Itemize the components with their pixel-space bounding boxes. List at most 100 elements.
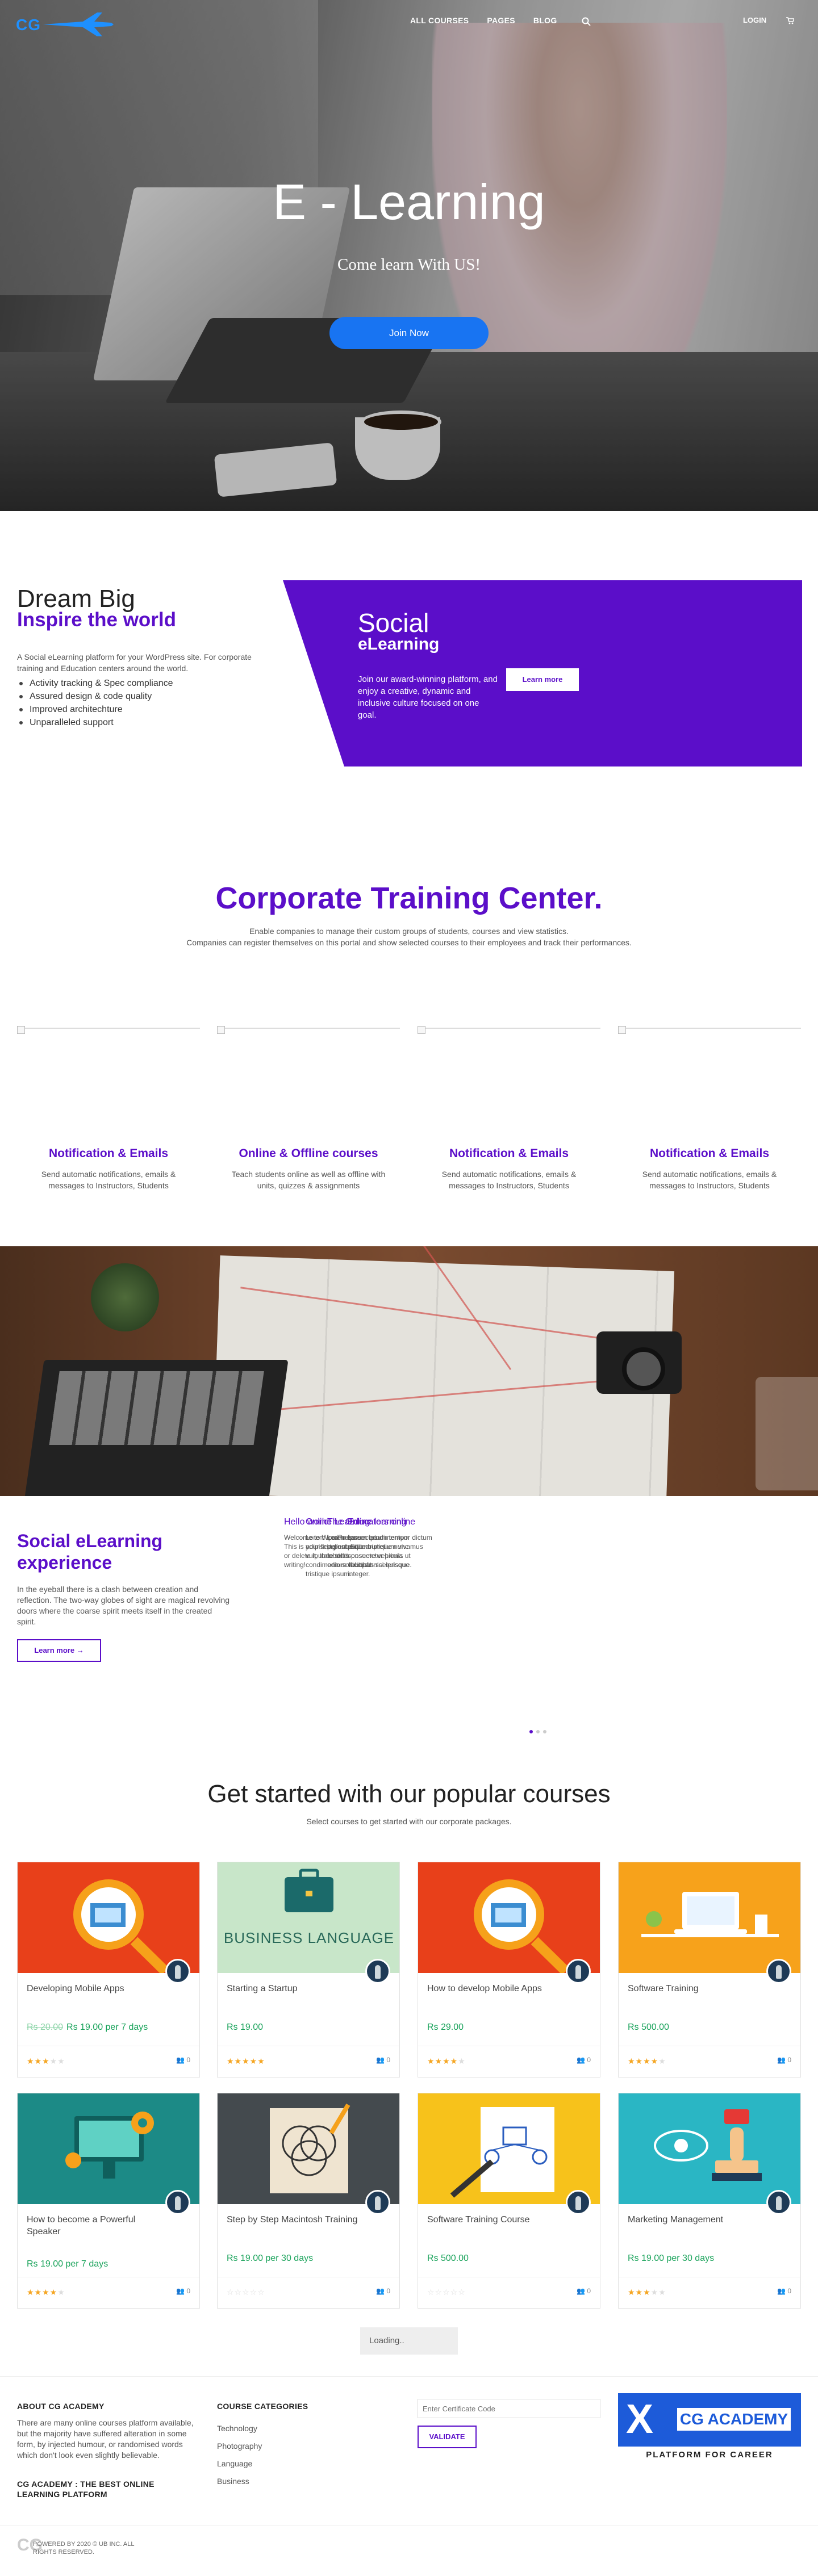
course-card[interactable]: How to develop Mobile Apps Rs 29.00 ★★★★… [418, 1862, 600, 2077]
course-price: Rs 19.00 per 7 days [27, 2259, 108, 2269]
course-rating: ★★★★★ [27, 2056, 65, 2066]
course-rating: ☆☆☆☆☆ [427, 2288, 466, 2297]
instructor-avatar[interactable] [766, 2190, 791, 2215]
social-card-subtitle: eLearning [358, 635, 440, 654]
course-card[interactable]: BUSINESS LANGUAGE Starting a Startup Rs … [217, 1862, 400, 2077]
about-text: There are many online courses platform a… [17, 2418, 194, 2460]
course-card[interactable]: Software Training Course Rs 500.00 ☆☆☆☆☆… [418, 2093, 600, 2309]
course-title[interactable]: How to become a Powerful Speaker [27, 2214, 163, 2238]
student-count-value: 0 [587, 2056, 591, 2064]
category-link-language[interactable]: Language [217, 2455, 262, 2473]
slide-text: Lorem ipsum tempor dictum pulvinar preti… [348, 1534, 432, 1578]
slider-dot[interactable] [543, 1730, 546, 1733]
student-count-value: 0 [186, 2056, 190, 2064]
magnifier-mobile-icon [474, 1879, 570, 1973]
feature-text: Send automatic notifications, emails & m… [41, 1170, 176, 1190]
course-card[interactable]: Software Training Rs 500.00 ★★★★★ 👥 0 [618, 1862, 801, 2077]
categories-title: COURSE CATEGORIES [217, 2402, 308, 2411]
student-count: 👥 0 [577, 2287, 591, 2295]
slider-dot[interactable] [536, 1730, 540, 1733]
feature-image-placeholder [217, 1026, 400, 1041]
cart-icon[interactable] [786, 17, 794, 24]
category-link-photography[interactable]: Photography [217, 2437, 262, 2455]
dream-bullets: Activity tracking & Spec compliance Assu… [17, 677, 173, 729]
course-title[interactable]: Software Training [628, 1983, 764, 1995]
student-count: 👥 0 [577, 2056, 591, 2064]
instructor-avatar[interactable] [566, 1959, 591, 1984]
slider-dots [529, 1730, 546, 1733]
course-title[interactable]: Developing Mobile Apps [27, 1983, 163, 1995]
course-title[interactable]: Marketing Management [628, 2214, 764, 2226]
course-card[interactable]: How to become a Powerful Speaker Rs 19.0… [17, 2093, 200, 2309]
course-thumbnail[interactable] [18, 2093, 199, 2204]
feature-image-placeholder [418, 1026, 600, 1041]
loading-indicator: Loading.. [360, 2327, 458, 2355]
feature-title: Online & Offline courses [239, 1147, 378, 1160]
nav-blog[interactable]: BLOG [533, 16, 557, 25]
course-price: Rs 500.00 [628, 2022, 669, 2032]
course-thumbnail[interactable] [619, 2093, 800, 2204]
student-count: 👥 0 [176, 2287, 190, 2295]
course-title[interactable]: Step by Step Macintosh Training [227, 2214, 363, 2226]
category-link-business[interactable]: Business [217, 2473, 262, 2490]
course-rating: ★★★★★ [27, 2288, 65, 2297]
course-thumbnail[interactable] [18, 1862, 199, 1973]
course-old-price: Rs 20.00 [27, 2022, 64, 2032]
social-card-title: Social [358, 608, 429, 638]
course-thumbnail[interactable] [418, 2093, 600, 2204]
slide-title[interactable]: Educators online [348, 1516, 433, 1528]
instructor-avatar[interactable] [165, 2190, 190, 2215]
instructor-avatar[interactable] [365, 1959, 390, 1984]
nav-all-courses[interactable]: ALL COURSES [410, 16, 469, 25]
course-thumbnail[interactable] [218, 2093, 399, 2204]
course-rating: ★★★★★ [628, 2056, 666, 2066]
instructor-avatar[interactable] [365, 2190, 390, 2215]
course-title[interactable]: Starting a Startup [227, 1983, 363, 1995]
course-thumbnail[interactable] [418, 1862, 600, 1973]
main-menu: ALL COURSES PAGES BLOG [410, 16, 575, 25]
instructor-avatar[interactable] [766, 1959, 791, 1984]
feature-image-placeholder [17, 1026, 200, 1041]
login-link[interactable]: LOGIN [743, 16, 766, 24]
site-logo[interactable]: CG [16, 10, 115, 39]
learn-more-button[interactable]: Learn more [506, 668, 579, 691]
category-link-technology[interactable]: Technology [217, 2420, 262, 2437]
course-card[interactable]: Marketing Management Rs 19.00 per 30 day… [618, 2093, 801, 2309]
course-thumbnail[interactable]: BUSINESS LANGUAGE [218, 1862, 399, 1973]
validate-button[interactable]: VALIDATE [418, 2426, 477, 2448]
feature-item: Notification & Emails Send automatic not… [17, 1026, 200, 1191]
broken-image-icon [618, 1026, 626, 1034]
instructor-avatar[interactable] [566, 2190, 591, 2215]
join-now-button[interactable]: Join Now [329, 317, 489, 349]
student-count: 👥 0 [777, 2287, 791, 2295]
dream-subtitle: Inspire the world [17, 609, 177, 631]
corporate-description: Enable companies to manage their custom … [0, 925, 818, 948]
feature-title: Notification & Emails [449, 1147, 569, 1160]
student-count-value: 0 [787, 2287, 791, 2295]
slider-dot[interactable] [529, 1730, 533, 1733]
certificate-code-input[interactable] [418, 2399, 600, 2418]
experience-learn-more-button[interactable]: Learn more → [17, 1639, 101, 1662]
course-rating: ☆☆☆☆☆ [227, 2288, 265, 2297]
course-title[interactable]: Software Training Course [427, 2214, 564, 2226]
experience-text: In the eyeball there is a clash between … [17, 1585, 230, 1626]
corporate-title: Corporate Training Center. [215, 881, 603, 915]
social-card-text: Join our award-winning platform, and enj… [358, 675, 498, 720]
hero-title: E - Learning [273, 174, 545, 230]
course-price: Rs 29.00 [427, 2022, 464, 2032]
post-slider: Hello world Welcome to WordPress. This i… [284, 1516, 449, 1726]
logo-text: CG [16, 16, 41, 33]
instructor-avatar[interactable] [165, 1959, 190, 1984]
cg-academy-brand: X CG ACADEMY PLATFORM FOR CAREER [618, 2393, 801, 2461]
course-rating: ★★★★★ [628, 2288, 666, 2297]
student-count: 👥 0 [176, 2056, 190, 2064]
nav-pages[interactable]: PAGES [487, 16, 515, 25]
list-item: Unparalleled support [17, 716, 173, 729]
search-icon[interactable] [582, 17, 591, 26]
course-card[interactable]: Step by Step Macintosh Training Rs 19.00… [217, 2093, 400, 2309]
course-thumbnail[interactable] [619, 1862, 800, 1973]
course-title[interactable]: How to develop Mobile Apps [427, 1983, 564, 1995]
course-card[interactable]: Developing Mobile Apps Rs 20.00 Rs 19.00 … [17, 1862, 200, 2077]
list-item: Assured design & code quality [17, 690, 173, 703]
slide-item[interactable]: Educators online Lorem ipsum tempor dict… [348, 1516, 433, 1578]
